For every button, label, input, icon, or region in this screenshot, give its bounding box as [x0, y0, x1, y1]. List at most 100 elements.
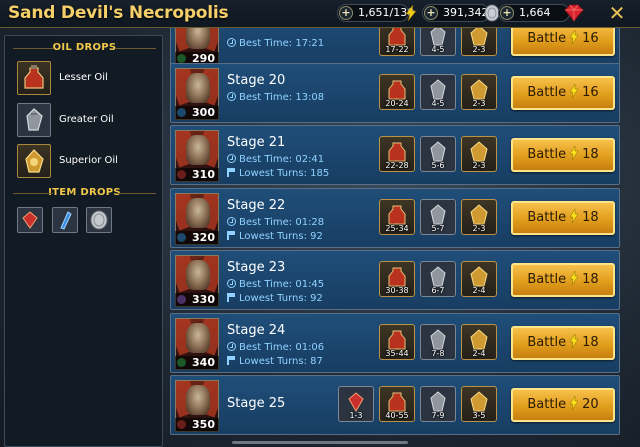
silver-value: 391,342 [443, 6, 489, 19]
battle-button[interactable]: Battle 18 [511, 326, 615, 360]
oil-drops-heading: OIL DROPS [5, 42, 164, 53]
stage-row[interactable]: 350 Stage 25 1-3 40-55 7-9 3-5 Battle 20 [170, 375, 620, 435]
lightning-icon [569, 396, 579, 410]
best-time: Best Time: 17:21 [227, 38, 324, 49]
ruby-shard-drop[interactable]: 1-3 [338, 386, 374, 422]
oil-item-lesser[interactable]: Lesser Oil [17, 61, 157, 95]
superior-oil-drop[interactable]: 2-4 [461, 261, 497, 297]
close-icon[interactable]: ✕ [606, 2, 628, 24]
flag-icon [227, 293, 235, 302]
gems-counter[interactable]: + 1,664 [498, 4, 584, 22]
stage-row[interactable]: 310 Stage 21 Best Time: 02:41 Lowest Tur… [170, 125, 620, 185]
lesser-oil-drop[interactable]: 40-55 [379, 386, 415, 422]
lesser-oil-drop[interactable]: 25-34 [379, 199, 415, 235]
stage-level: 300 [175, 106, 219, 120]
stage-level: 310 [175, 168, 219, 182]
best-time: Best Time: 01:45 [227, 279, 324, 290]
lowest-turns: Lowest Turns: 92 [227, 293, 323, 304]
flag-icon [227, 231, 235, 240]
oil-item-greater[interactable]: Greater Oil [17, 103, 157, 137]
greater-oil-icon [17, 103, 51, 137]
oil-label: Greater Oil [59, 114, 114, 125]
best-time: Best Time: 01:28 [227, 217, 324, 228]
greater-oil-drop[interactable]: 5-7 [420, 199, 456, 235]
lesser-oil-drop[interactable]: 30-38 [379, 261, 415, 297]
greater-oil-drop[interactable]: 5-6 [420, 136, 456, 172]
lightning-icon [405, 4, 417, 22]
oil-label: Superior Oil [59, 155, 118, 166]
stage-list[interactable]: 290 Best Time: 17:21 17-22 4-5 2-3 Battl… [166, 28, 640, 447]
energy-counter[interactable]: + 1,651/130 [337, 4, 417, 22]
greater-oil-drop[interactable]: 4-5 [420, 28, 456, 56]
add-energy-button[interactable]: + [339, 6, 353, 20]
superior-oil-drop[interactable]: 2-3 [461, 28, 497, 56]
stage-name: Stage 22 [227, 198, 286, 213]
superior-oil-drop[interactable]: 2-3 [461, 74, 497, 110]
flag-icon [227, 168, 235, 177]
stage-level: 330 [175, 293, 219, 307]
lowest-turns: Lowest Turns: 87 [227, 356, 323, 367]
lesser-oil-drop[interactable]: 35-44 [379, 324, 415, 360]
lightning-icon [569, 30, 579, 44]
lightning-icon [569, 271, 579, 285]
best-time: Best Time: 13:08 [227, 92, 324, 103]
flag-icon [227, 356, 235, 365]
stage-row[interactable]: 300 Stage 20 Best Time: 13:08 20-24 4-5 … [170, 63, 620, 123]
battle-button[interactable]: Battle 16 [511, 28, 615, 56]
lightning-icon [569, 209, 579, 223]
lesser-oil-drop[interactable]: 20-24 [379, 74, 415, 110]
greater-oil-drop[interactable]: 7-9 [420, 386, 456, 422]
battle-button[interactable]: Battle 16 [511, 76, 615, 110]
battle-button[interactable]: Battle 18 [511, 138, 615, 172]
blue-crystal-icon[interactable] [52, 207, 78, 233]
stage-row[interactable]: 320 Stage 22 Best Time: 01:28 Lowest Tur… [170, 188, 620, 248]
superior-oil-drop[interactable]: 2-3 [461, 136, 497, 172]
lesser-oil-drop[interactable]: 22-28 [379, 136, 415, 172]
drops-panel: OIL DROPS Lesser Oil Greater Oil Superio… [4, 35, 163, 447]
lesser-oil-drop[interactable]: 17-22 [379, 28, 415, 56]
stage-level: 320 [175, 231, 219, 245]
ruby-shard-icon[interactable] [17, 207, 43, 233]
lightning-icon [569, 146, 579, 160]
silver-counter[interactable]: + 391,342 [422, 4, 500, 22]
page-title: Sand Devil's Necropolis [8, 3, 229, 23]
add-gems-button[interactable]: + [500, 6, 514, 20]
superior-oil-icon [17, 144, 51, 178]
best-time: Best Time: 02:41 [227, 154, 324, 165]
greater-oil-drop[interactable]: 7-8 [420, 324, 456, 360]
clock-icon [227, 154, 236, 163]
silver-coin-icon[interactable] [86, 207, 112, 233]
add-silver-button[interactable]: + [424, 6, 438, 20]
lightning-icon [569, 334, 579, 348]
battle-button[interactable]: Battle 18 [511, 263, 615, 297]
stage-name: Stage 20 [227, 73, 286, 88]
clock-icon [227, 217, 236, 226]
greater-oil-drop[interactable]: 6-7 [420, 261, 456, 297]
stage-name: Stage 21 [227, 135, 286, 150]
greater-oil-drop[interactable]: 4-5 [420, 74, 456, 110]
gems-value: 1,664 [519, 6, 551, 19]
lightning-icon [569, 84, 579, 98]
oil-item-superior[interactable]: Superior Oil [17, 144, 157, 178]
stage-name: Stage 24 [227, 323, 286, 338]
stage-level: 350 [175, 418, 219, 432]
stage-row[interactable]: 340 Stage 24 Best Time: 01:06 Lowest Tur… [170, 313, 620, 373]
ruby-gem-icon [564, 4, 584, 22]
best-time: Best Time: 01:06 [227, 342, 324, 353]
top-bar: Sand Devil's Necropolis + 1,651/130 + 39… [0, 0, 640, 28]
clock-icon [227, 92, 236, 101]
stage-level: 340 [175, 356, 219, 370]
stage-name: Stage 23 [227, 260, 286, 275]
superior-oil-drop[interactable]: 2-4 [461, 324, 497, 360]
lowest-turns: Lowest Turns: 185 [227, 168, 329, 179]
clock-icon [227, 342, 236, 351]
battle-button[interactable]: Battle 20 [511, 388, 615, 422]
scrollbar[interactable] [232, 441, 408, 444]
lesser-oil-icon [17, 61, 51, 95]
battle-button[interactable]: Battle 18 [511, 201, 615, 235]
clock-icon [227, 38, 236, 47]
stage-row[interactable]: 330 Stage 23 Best Time: 01:45 Lowest Tur… [170, 250, 620, 310]
superior-oil-drop[interactable]: 2-3 [461, 199, 497, 235]
superior-oil-drop[interactable]: 3-5 [461, 386, 497, 422]
clock-icon [227, 279, 236, 288]
